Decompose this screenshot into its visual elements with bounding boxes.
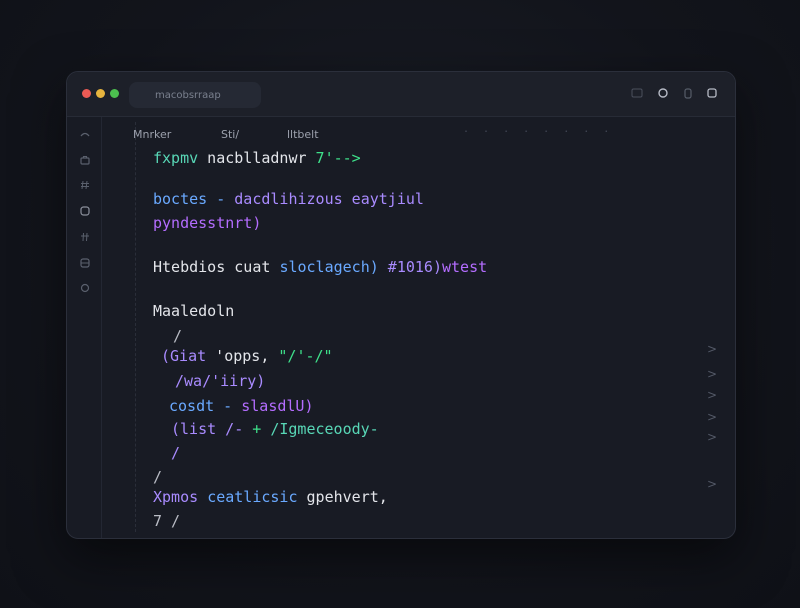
tab-sti[interactable]: Sti/ [221, 128, 239, 141]
tab-separator: . . . . . . . . [463, 124, 614, 135]
fold-chevron-icon[interactable]: > [707, 388, 717, 402]
fold-chevron-icon[interactable]: > [707, 367, 717, 381]
title-bar: macobsrraap [67, 72, 735, 117]
code-line-6[interactable]: / [173, 327, 182, 345]
indent-guide [135, 122, 137, 532]
fold-chevron-icon[interactable]: > [707, 342, 717, 356]
editor-window: macobsrraap Mnrker Sti/ lltbelt . . . . … [66, 71, 736, 539]
close-window-button[interactable] [82, 89, 91, 98]
chat-bubble-icon[interactable] [656, 87, 670, 101]
code-line-2[interactable]: boctes - dacdlihizous eaytjiul [153, 190, 424, 208]
search-icon[interactable] [79, 282, 91, 294]
tab-mnrker[interactable]: Mnrker [133, 128, 171, 141]
address-text: macobsrraap [155, 89, 221, 101]
lock-icon[interactable] [681, 87, 695, 101]
code-line-5[interactable]: Maaledoln [153, 302, 234, 320]
minimize-window-button[interactable] [96, 89, 105, 98]
copy-icon[interactable] [705, 87, 719, 101]
tab-lltbelt[interactable]: lltbelt [287, 128, 319, 141]
code-line-11[interactable]: / [171, 444, 180, 462]
fold-chevron-icon[interactable]: > [707, 430, 717, 444]
briefcase-icon[interactable] [79, 154, 91, 166]
code-line-12[interactable]: / [153, 468, 162, 486]
code-line-9[interactable]: cosdt - slasdlU) [169, 397, 314, 415]
code-line-14[interactable]: 7 / [153, 512, 180, 530]
zoom-window-button[interactable] [110, 89, 119, 98]
fold-chevron-icon[interactable]: > [707, 410, 717, 424]
window-icon[interactable] [630, 87, 644, 101]
layers-icon[interactable] [79, 129, 91, 141]
hash-icon[interactable] [79, 179, 91, 191]
code-line-4[interactable]: Htebdios cuat sloclagech) #1016)wtest [153, 258, 487, 276]
code-line-8[interactable]: /wa/'iiry) [175, 372, 265, 390]
square-icon[interactable] [79, 205, 91, 217]
address-bar[interactable]: macobsrraap [129, 82, 261, 108]
fold-chevron-icon[interactable]: > [707, 477, 717, 491]
database-icon[interactable] [79, 257, 91, 269]
code-line-10[interactable]: (list /- + /Igmeceoody- [171, 420, 379, 438]
code-line-3[interactable]: pyndesstnrt) [153, 214, 261, 232]
hash-icon[interactable] [79, 231, 91, 243]
code-line-7[interactable]: (Giat 'opps, "/'-/" [161, 347, 333, 365]
code-line-1[interactable]: fxpmv nacblladnwr 7'--> [153, 149, 361, 167]
code-line-13[interactable]: Xpmos ceatlicsic gpehvert, [153, 488, 388, 506]
activity-sidebar [67, 117, 102, 538]
